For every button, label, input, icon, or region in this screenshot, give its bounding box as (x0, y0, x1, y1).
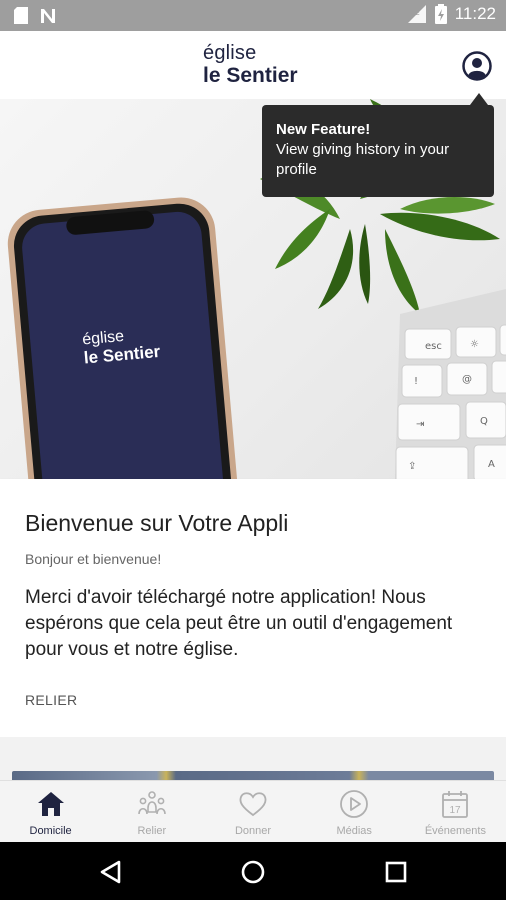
keyboard: esc ☼ ! @ ⇥ Q ⇪ A (395, 289, 506, 479)
svg-text:esc: esc (425, 341, 442, 352)
nav-item-evenements[interactable]: 17 Événements (405, 781, 506, 842)
battery-icon (434, 4, 447, 24)
bottom-navigation: Domicile Relier Donner Médias 17 Événeme… (0, 780, 506, 842)
new-feature-tooltip[interactable]: New Feature! View giving history in your… (262, 105, 494, 197)
svg-text:LTE: LTE (408, 9, 420, 17)
svg-text:@: @ (462, 374, 472, 385)
status-bar: LTE 11:22 (0, 0, 506, 31)
heart-icon (239, 792, 267, 817)
n-notification-icon (41, 8, 55, 23)
back-icon[interactable] (98, 859, 124, 885)
nav-label: Relier (137, 825, 167, 837)
nav-label: Domicile (29, 825, 72, 837)
brand-top-text: église (203, 42, 257, 64)
calendar-icon: 17 (442, 791, 469, 818)
play-icon (340, 790, 369, 818)
nav-item-donner[interactable]: Donner (202, 781, 303, 842)
relier-button[interactable]: RELIER (25, 692, 77, 708)
tooltip-title: New Feature! (276, 121, 371, 138)
brand-logo: église le Sentier (203, 43, 298, 86)
svg-text:A: A (488, 459, 495, 470)
svg-text:17: 17 (450, 805, 462, 816)
people-icon (137, 791, 166, 815)
card-subtitle: Bonjour et bienvenue! (25, 551, 162, 567)
card-body: Merci d'avoir téléchargé notre applicati… (25, 587, 453, 660)
phone-mockup: église le Sentier (7, 197, 245, 479)
brand-bottom-text: le Sentier (203, 64, 298, 87)
card-title: Bienvenue sur Votre Appli (25, 510, 289, 536)
nav-label: Donner (234, 825, 272, 837)
recents-icon[interactable] (384, 860, 408, 884)
home-button-icon[interactable] (240, 859, 266, 885)
svg-text:☼: ☼ (470, 339, 479, 350)
app-header: église le Sentier (0, 31, 506, 99)
nav-item-medias[interactable]: Médias (304, 781, 405, 842)
nav-item-relier[interactable]: Relier (101, 781, 202, 842)
svg-text:!: ! (414, 376, 418, 387)
nav-label: Médias (336, 825, 372, 837)
tooltip-arrow (470, 93, 488, 105)
signal-icon: LTE (407, 5, 426, 23)
home-icon (37, 792, 64, 816)
status-time: 11:22 (454, 4, 496, 23)
svg-text:⇪: ⇪ (408, 461, 416, 472)
svg-text:⇥: ⇥ (416, 419, 424, 430)
profile-icon[interactable] (462, 51, 492, 81)
nav-item-domicile[interactable]: Domicile (0, 781, 101, 842)
welcome-card: Bienvenue sur Votre Appli Bonjour et bie… (0, 479, 506, 737)
sd-card-icon (14, 7, 28, 24)
nav-label: Événements (424, 825, 486, 837)
system-navigation-bar (0, 842, 506, 900)
next-card-image[interactable] (12, 771, 494, 780)
tooltip-text: View giving history in your profile (276, 141, 450, 178)
svg-text:Q: Q (480, 416, 488, 427)
